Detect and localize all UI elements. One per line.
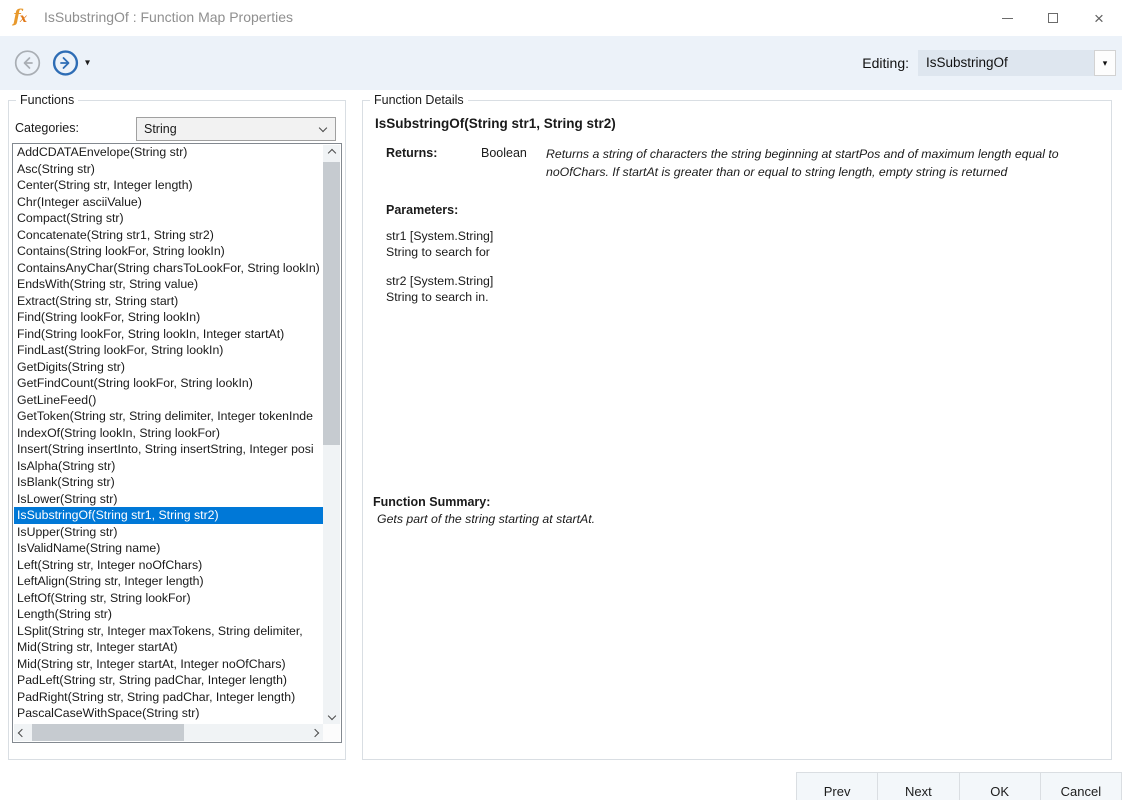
prev-button[interactable]: Prev	[796, 772, 879, 800]
editing-group: Editing: IsSubstringOf ▾	[862, 36, 1116, 90]
function-details-groupbox: Function Details IsSubstringOf(String st…	[362, 93, 1112, 760]
parameter-name: str1 [System.String]	[386, 229, 494, 243]
list-item[interactable]: IsAlpha(String str)	[14, 458, 323, 475]
minimize-button[interactable]	[984, 0, 1030, 36]
categories-label: Categories:	[15, 121, 79, 135]
function-list[interactable]: AddCDATAEnvelope(String str) Asc(String s…	[12, 143, 342, 743]
list-item[interactable]: AddCDATAEnvelope(String str)	[14, 144, 323, 161]
list-item[interactable]: IsValidName(String name)	[14, 540, 323, 557]
list-item[interactable]: Find(String lookFor, String lookIn)	[14, 309, 323, 326]
returns-type: Boolean	[481, 146, 527, 160]
list-item[interactable]: Extract(String str, String start)	[14, 293, 323, 310]
parameter-description: String to search in.	[386, 289, 489, 304]
list-item[interactable]: GetDigits(String str)	[14, 359, 323, 376]
list-item[interactable]: Length(String str)	[14, 606, 323, 623]
function-details-groupbox-label: Function Details	[370, 93, 468, 108]
chevron-up-icon	[327, 148, 336, 158]
list-item[interactable]: GetLineFeed()	[14, 392, 323, 409]
function-list-items: AddCDATAEnvelope(String str) Asc(String s…	[14, 144, 323, 724]
forward-dropdown-caret-icon[interactable]: ▾	[85, 58, 90, 69]
cancel-button[interactable]: Cancel	[1039, 772, 1122, 800]
horizontal-scrollbar[interactable]	[14, 724, 323, 741]
chevron-down-icon	[318, 123, 328, 132]
maximize-icon	[1048, 13, 1058, 23]
dropdown-caret-icon: ▾	[1102, 57, 1108, 68]
list-item[interactable]: Contains(String lookFor, String lookIn)	[14, 243, 323, 260]
chevron-right-icon	[310, 728, 320, 737]
function-summary-label: Function Summary:	[373, 495, 491, 509]
parameter-block: str1 [System.String] String to search fo…	[386, 229, 493, 260]
list-item[interactable]: Mid(String str, Integer startAt, Integer…	[14, 656, 323, 673]
chevron-down-icon	[327, 711, 336, 721]
scroll-right-button[interactable]	[307, 724, 323, 741]
scroll-left-button[interactable]	[14, 724, 30, 741]
list-item[interactable]: Chr(Integer asciiValue)	[14, 194, 323, 211]
fx-window-icon: fx	[13, 6, 27, 27]
list-item[interactable]: Center(String str, Integer length)	[14, 177, 323, 194]
categories-combobox-value: String	[144, 122, 177, 136]
scroll-up-button[interactable]	[323, 145, 340, 161]
list-item[interactable]: PadRight(String str, String padChar, Int…	[14, 689, 323, 706]
functions-groupbox: Functions Categories: String AddCDATAEnv…	[8, 93, 346, 760]
next-button[interactable]: Next	[877, 772, 960, 800]
list-item[interactable]: IsBlank(String str)	[14, 474, 323, 491]
categories-combobox[interactable]: String	[136, 117, 336, 141]
vertical-scrollbar[interactable]	[323, 145, 340, 724]
maximize-button[interactable]	[1030, 0, 1076, 36]
window-title: IsSubstringOf : Function Map Properties	[44, 9, 293, 25]
list-item[interactable]: EndsWith(String str, String value)	[14, 276, 323, 293]
minimize-icon	[1001, 17, 1013, 19]
title-bar: fx IsSubstringOf : Function Map Properti…	[0, 0, 1122, 36]
parameter-description: String to search for	[386, 244, 490, 259]
functions-groupbox-label: Functions	[16, 93, 79, 108]
list-item[interactable]: PascalCaseWithSpace(String str)	[14, 705, 323, 722]
scroll-down-button[interactable]	[323, 708, 340, 724]
footer-button-row: Prev Next OK Cancel	[796, 772, 1122, 800]
returns-description: Returns a string of characters the strin…	[546, 147, 1059, 179]
list-item[interactable]: FindLast(String lookFor, String lookIn)	[14, 342, 323, 359]
list-item[interactable]: Insert(String insertInto, String insertS…	[14, 441, 323, 458]
forward-button[interactable]	[52, 50, 79, 77]
scrollbar-corner	[323, 724, 340, 741]
returns-label: Returns:	[386, 146, 438, 160]
chevron-left-icon	[17, 728, 27, 737]
list-item[interactable]: Mid(String str, Integer startAt)	[14, 639, 323, 656]
parameter-name: str2 [System.String]	[386, 274, 494, 288]
list-item[interactable]: Left(String str, Integer noOfChars)	[14, 557, 323, 574]
vertical-scrollbar-thumb[interactable]	[323, 162, 340, 445]
back-button[interactable]	[14, 50, 41, 77]
window-controls: ×	[984, 0, 1122, 36]
toolbar: ▾ Editing: IsSubstringOf ▾	[0, 36, 1122, 90]
parameter-block: str2 [System.String] String to search in…	[386, 274, 493, 305]
close-icon: ×	[1094, 8, 1104, 28]
list-item[interactable]: Concatenate(String str1, String str2)	[14, 227, 323, 244]
list-item[interactable]: Asc(String str)	[14, 161, 323, 178]
list-item[interactable]: LSplit(String str, Integer maxTokens, St…	[14, 623, 323, 640]
list-item[interactable]: GetFindCount(String lookFor, String look…	[14, 375, 323, 392]
function-summary-text: Gets part of the string starting at star…	[377, 512, 596, 526]
list-item[interactable]: ContainsAnyChar(String charsToLookFor, S…	[14, 260, 323, 277]
parameters-label: Parameters:	[386, 203, 459, 217]
close-button[interactable]: ×	[1076, 0, 1122, 36]
list-item[interactable]: LeftAlign(String str, Integer length)	[14, 573, 323, 590]
horizontal-scrollbar-thumb[interactable]	[32, 724, 184, 741]
list-item[interactable]: Compact(String str)	[14, 210, 323, 227]
function-signature: IsSubstringOf(String str1, String str2)	[375, 116, 616, 131]
list-item[interactable]: IsSubstringOf(String str1, String str2)	[14, 507, 323, 524]
editing-combobox-drop-button[interactable]: ▾	[1094, 50, 1116, 76]
list-item[interactable]: IsLower(String str)	[14, 491, 323, 508]
list-item[interactable]: IsUpper(String str)	[14, 524, 323, 541]
ok-button[interactable]: OK	[958, 772, 1041, 800]
list-item[interactable]: Find(String lookFor, String lookIn, Inte…	[14, 326, 323, 343]
list-item[interactable]: LeftOf(String str, String lookFor)	[14, 590, 323, 607]
list-item[interactable]: PadLeft(String str, String padChar, Inte…	[14, 672, 323, 689]
list-item[interactable]: GetToken(String str, String delimiter, I…	[14, 408, 323, 425]
list-item[interactable]: IndexOf(String lookIn, String lookFor)	[14, 425, 323, 442]
editing-label: Editing:	[862, 55, 909, 71]
editing-combobox[interactable]: IsSubstringOf ▾	[918, 50, 1116, 76]
editing-combobox-value: IsSubstringOf	[918, 50, 1094, 76]
